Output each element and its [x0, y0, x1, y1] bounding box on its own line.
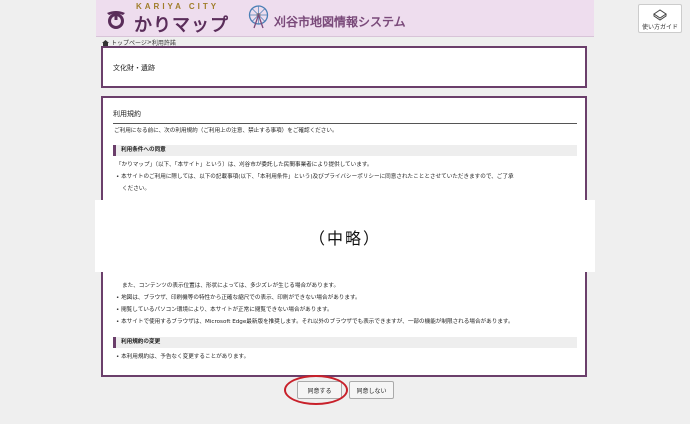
omission-overlay: （中略） — [95, 200, 595, 272]
terms-text-line: • 閲覧しているパソコン環境により、本サイトが正常に閲覧できない場合があります。 — [116, 307, 333, 313]
category-panel: 文化財・遺跡 — [101, 46, 587, 88]
app-header: KARIYA CITY かりマップ 刈谷市地図情報システム 使い方ガイド — [96, 0, 682, 37]
terms-text-line: 「かりマップ」（以下、「本サイト」という）は、刈谷市が委託した民間事業者により提… — [116, 162, 373, 168]
usage-guide-button[interactable]: 使い方ガイド — [638, 4, 682, 33]
disagree-button[interactable]: 同意しない — [349, 381, 394, 399]
guide-book-icon — [653, 9, 667, 21]
brand-name: かりマップ — [134, 15, 229, 36]
ferris-wheel-emblem-icon — [248, 5, 269, 29]
usage-guide-label: 使い方ガイド — [641, 24, 678, 31]
category-title: 文化財・遺跡 — [113, 64, 155, 72]
terms-text-line: • 本利用規約は、予告なく変更することがあります。 — [116, 354, 250, 360]
terms-text-line: • 本サイトで使用するブラウザは、Microsoft Edge最新版を推奨します… — [116, 319, 514, 325]
brand-english: KARIYA CITY — [136, 2, 220, 11]
terms-text-line: ください。 — [122, 186, 150, 192]
home-icon — [102, 39, 109, 46]
kariya-city-logo-icon — [107, 11, 125, 29]
terms-text-line: • 地図は、ブラウザ、印刷機等の特性から正確な縮尺での表示、印刷ができない場合が… — [116, 295, 361, 301]
terms-intro: ご利用になる前に、次の利用規約（ご利用上の注意、禁止する事項）をご確認ください。 — [114, 128, 338, 134]
agree-button[interactable]: 同意する — [297, 381, 342, 399]
section-heading-agreement: 利用条件への同意 — [113, 145, 577, 156]
section-heading-changes: 利用規約の変更 — [113, 337, 577, 348]
terms-text-line: • 本サイトのご利用に際しては、以下の記載事項(以下、「本利用条件」という)及び… — [116, 174, 514, 180]
system-title: 刈谷市地図情報システム — [274, 15, 406, 29]
terms-title: 利用規約 — [113, 109, 577, 124]
omission-note: （中略） — [308, 229, 381, 248]
terms-text-line: また、コンテンツの表示位置は、形状によっては、多少ズレが生じる場合があります。 — [122, 283, 340, 289]
